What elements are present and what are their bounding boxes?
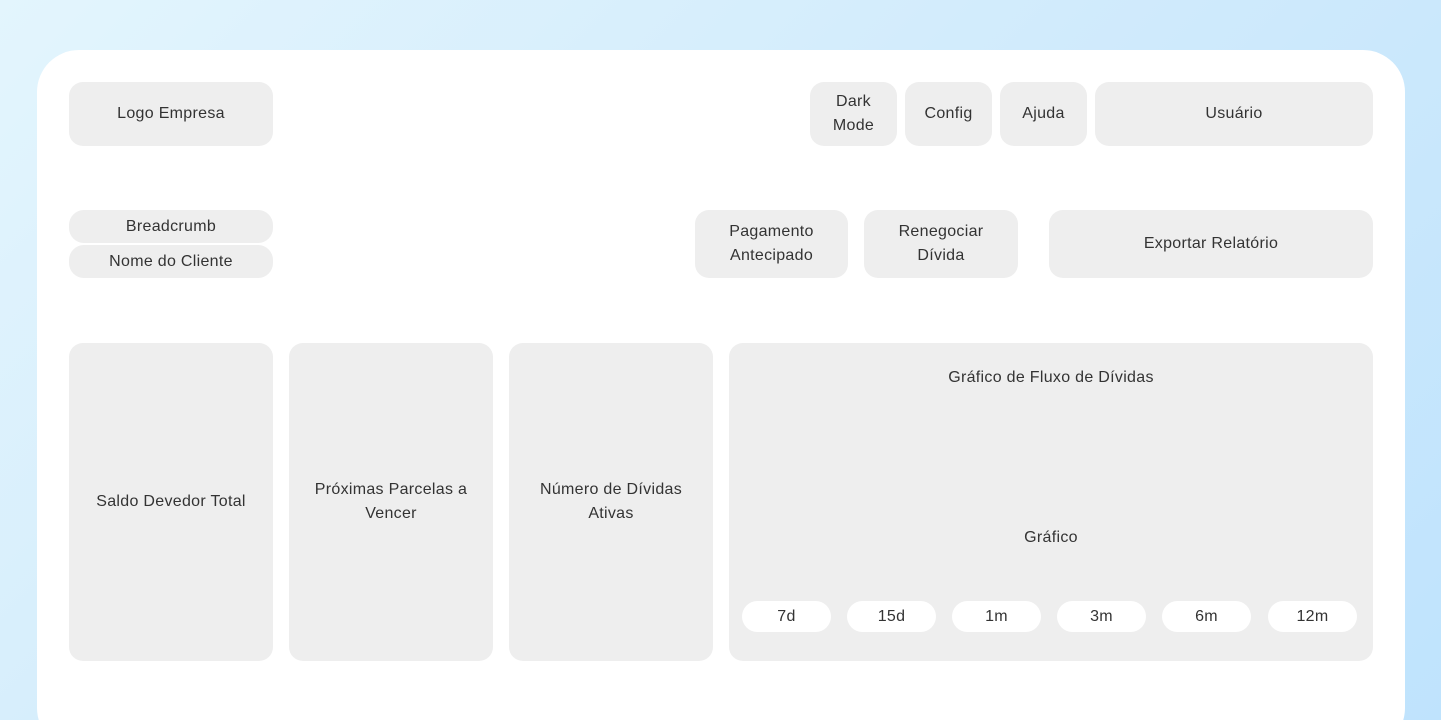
active-debts-card: Número de Dívidas Ativas bbox=[509, 343, 713, 661]
chart-placeholder: Gráfico bbox=[1024, 529, 1078, 546]
range-7d-button[interactable]: 7d bbox=[742, 601, 831, 632]
range-3m-button[interactable]: 3m bbox=[1057, 601, 1146, 632]
company-logo[interactable]: Logo Empresa bbox=[69, 82, 273, 146]
renegotiate-debt-button[interactable]: Renegociar Dívida bbox=[864, 210, 1018, 278]
time-range-selector: 7d 15d 1m 3m 6m 12m bbox=[742, 601, 1357, 632]
upcoming-installments-card: Próximas Parcelas a Vencer bbox=[289, 343, 493, 661]
early-payment-button[interactable]: Pagamento Antecipado bbox=[695, 210, 848, 278]
dark-mode-button[interactable]: Dark Mode bbox=[810, 82, 897, 146]
help-button[interactable]: Ajuda bbox=[1000, 82, 1087, 146]
range-12m-button[interactable]: 12m bbox=[1268, 601, 1357, 632]
user-menu-button[interactable]: Usuário bbox=[1095, 82, 1373, 146]
export-report-button[interactable]: Exportar Relatório bbox=[1049, 210, 1373, 278]
chart-title: Gráfico de Fluxo de Dívidas bbox=[948, 369, 1154, 386]
client-name: Nome do Cliente bbox=[69, 245, 273, 278]
total-balance-card: Saldo Devedor Total bbox=[69, 343, 273, 661]
config-button[interactable]: Config bbox=[905, 82, 992, 146]
range-15d-button[interactable]: 15d bbox=[847, 601, 936, 632]
breadcrumb[interactable]: Breadcrumb bbox=[69, 210, 273, 243]
debt-flow-chart-card: Gráfico de Fluxo de Dívidas Gráfico 7d 1… bbox=[729, 343, 1373, 661]
range-1m-button[interactable]: 1m bbox=[952, 601, 1041, 632]
range-6m-button[interactable]: 6m bbox=[1162, 601, 1251, 632]
